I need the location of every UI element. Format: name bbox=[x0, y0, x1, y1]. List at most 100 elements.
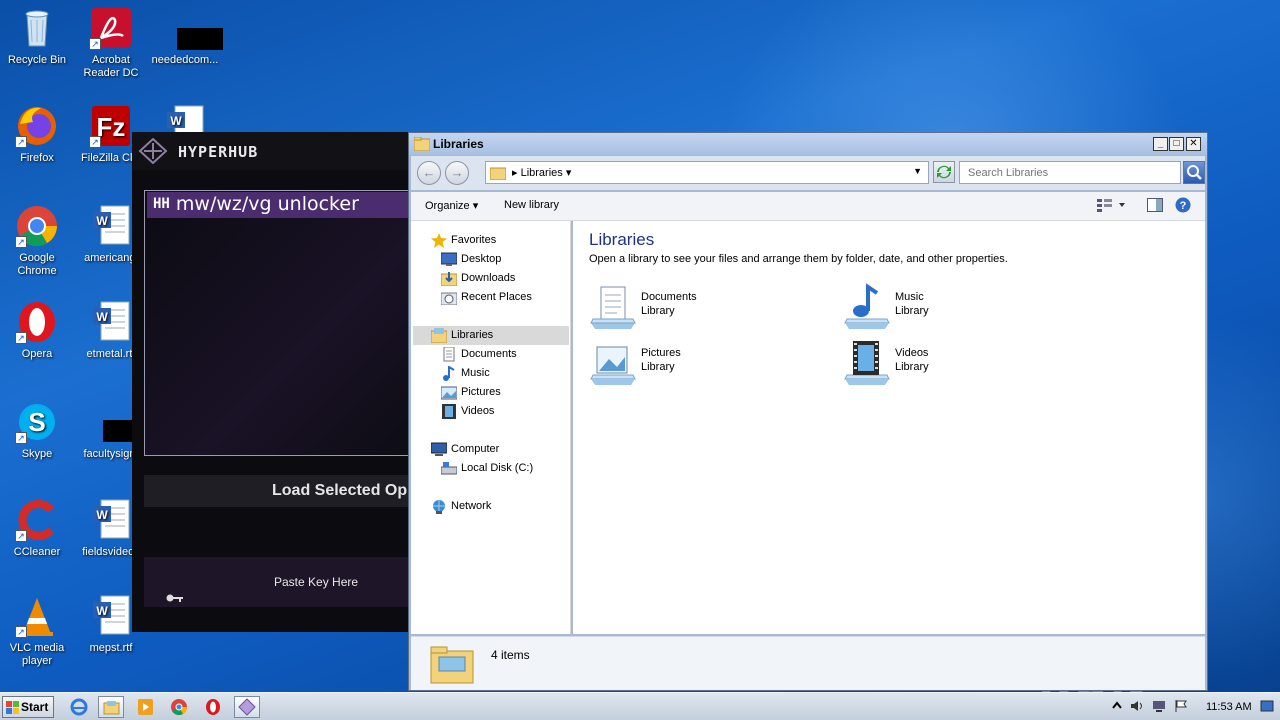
hyperhub-titlebar[interactable]: HYPERHUB bbox=[132, 132, 412, 170]
taskbar: Start 11:53 AM bbox=[0, 692, 1280, 720]
pictures-library-icon bbox=[589, 339, 637, 387]
preview-pane-icon[interactable] bbox=[1147, 198, 1163, 215]
help-icon[interactable]: ? bbox=[1175, 197, 1191, 216]
ie-taskbar-icon[interactable] bbox=[66, 696, 92, 718]
library-pictures[interactable]: Pictures Library bbox=[589, 339, 809, 389]
explorer-window[interactable]: Libraries _ □ ✕ ← → ▸ Libraries ▾ ▼ Orga… bbox=[408, 132, 1208, 691]
library-name: Documents bbox=[641, 291, 697, 303]
item-count: 4 items bbox=[491, 648, 530, 662]
media-player-taskbar-icon[interactable] bbox=[132, 696, 158, 718]
content-title: Libraries bbox=[589, 230, 655, 249]
start-label: Start bbox=[21, 700, 49, 714]
desktop-icon-chrome[interactable]: ↗ Google Chrome bbox=[0, 204, 74, 278]
desktop-icon-label: neededcom... bbox=[151, 54, 219, 66]
minimize-button[interactable]: _ bbox=[1153, 137, 1168, 151]
hyperhub-option-list[interactable]: HH mw/wz/vg unlocker bbox=[144, 190, 410, 456]
search-box[interactable] bbox=[959, 161, 1181, 184]
downloads-icon bbox=[440, 271, 458, 287]
hyperhub-logo-text: HYPERHUB bbox=[178, 143, 259, 161]
new-library-button[interactable]: New library bbox=[504, 199, 559, 211]
desktop-icon-label: Google Chrome bbox=[17, 252, 57, 277]
search-input[interactable] bbox=[960, 162, 1180, 183]
nav-label: Downloads bbox=[461, 272, 516, 284]
details-pane: 4 items bbox=[411, 636, 1205, 690]
redacted-file-icon bbox=[163, 6, 223, 50]
acrobat-icon: ↗ bbox=[89, 6, 133, 50]
desktop-icon-vlc[interactable]: ↗ VLC media player bbox=[0, 594, 74, 668]
chrome-taskbar-icon[interactable] bbox=[166, 696, 192, 718]
desktop-icon-acrobat[interactable]: ↗ Acrobat Reader DC bbox=[74, 6, 148, 80]
show-desktop-icon[interactable] bbox=[1260, 699, 1274, 713]
nav-label: Desktop bbox=[461, 253, 502, 265]
pictures-icon bbox=[440, 385, 458, 400]
nav-label: Network bbox=[451, 500, 492, 512]
chevron-down-icon[interactable]: ▼ bbox=[913, 166, 922, 176]
videos-icon bbox=[441, 404, 457, 419]
music-library-icon bbox=[843, 283, 891, 331]
navigation-pane: Favorites Desktop Downloads Recent Place… bbox=[411, 221, 571, 634]
desktop-icon-recycle-bin[interactable]: Recycle Bin bbox=[0, 6, 74, 67]
key-input-placeholder: Paste Key Here bbox=[274, 575, 359, 589]
filezilla-icon: Fz ↗ bbox=[89, 104, 133, 148]
nav-label: Computer bbox=[451, 443, 500, 455]
action-center-flag-icon[interactable] bbox=[1174, 699, 1188, 713]
desktop-icon-skype[interactable]: S ↗ Skype bbox=[0, 400, 74, 461]
library-type: Library bbox=[895, 305, 929, 317]
volume-icon[interactable] bbox=[1130, 699, 1144, 713]
start-button[interactable]: Start bbox=[2, 696, 54, 718]
desktop-icon-label: Recycle Bin bbox=[7, 54, 67, 66]
desktop-icon-label: Skype bbox=[21, 448, 53, 460]
network-icon bbox=[431, 499, 447, 514]
desktop-icon-label: CCleaner bbox=[13, 546, 61, 558]
chevron-up-icon[interactable] bbox=[1110, 699, 1124, 713]
desktop-icon-opera[interactable]: ↗ Opera bbox=[0, 300, 74, 361]
firefox-icon: ↗ bbox=[15, 104, 59, 148]
view-options-icon[interactable] bbox=[1097, 198, 1127, 215]
hyperhub-window[interactable]: HYPERHUB HH mw/wz/vg unlocker Load Selec… bbox=[132, 132, 412, 632]
address-bar[interactable]: ▸ Libraries ▾ ▼ bbox=[485, 161, 929, 184]
desktop-icon-label: Opera bbox=[21, 348, 53, 360]
key-input[interactable]: Paste Key Here bbox=[144, 557, 412, 607]
vlc-icon: ↗ bbox=[15, 594, 59, 638]
opera-taskbar-icon[interactable] bbox=[200, 696, 226, 718]
computer-icon bbox=[430, 442, 448, 457]
explorer-titlebar[interactable]: Libraries _ □ ✕ bbox=[409, 133, 1207, 155]
word-doc-icon: W bbox=[89, 204, 133, 248]
chrome-icon: ↗ bbox=[15, 204, 59, 248]
hyperhub-taskbar-icon[interactable] bbox=[234, 696, 260, 718]
hyperhub-selected-option[interactable]: HH mw/wz/vg unlocker bbox=[147, 192, 409, 218]
search-icon[interactable] bbox=[1183, 161, 1205, 184]
library-videos[interactable]: Videos Library bbox=[843, 339, 1063, 389]
skype-icon: S ↗ bbox=[15, 400, 59, 444]
windows-logo-icon bbox=[6, 700, 19, 714]
network-tray-icon[interactable] bbox=[1152, 699, 1166, 713]
desktop-icon-firefox[interactable]: ↗ Firefox bbox=[0, 104, 74, 165]
desktop-icon-label: mepst.rtf bbox=[89, 642, 133, 654]
maximize-button[interactable]: □ bbox=[1169, 137, 1184, 151]
content-subtitle: Open a library to see your files and arr… bbox=[589, 253, 1008, 265]
close-button[interactable]: ✕ bbox=[1186, 137, 1201, 151]
hyperhub-selected-label: mw/wz/vg unlocker bbox=[175, 193, 359, 215]
explorer-taskbar-icon[interactable] bbox=[98, 696, 124, 718]
clock[interactable]: 11:53 AM bbox=[1206, 701, 1252, 713]
forward-button[interactable]: → bbox=[445, 161, 469, 185]
back-button[interactable]: ← bbox=[417, 161, 441, 185]
window-title: Libraries bbox=[433, 137, 484, 151]
ccleaner-icon: ↗ bbox=[15, 498, 59, 542]
desktop-icon-neededcom[interactable]: neededcom... bbox=[148, 6, 223, 67]
nav-label: Local Disk (C:) bbox=[461, 462, 534, 474]
load-selected-button[interactable]: Load Selected Op bbox=[144, 475, 412, 507]
music-icon bbox=[441, 365, 457, 381]
breadcrumb[interactable]: ▸ Libraries ▾ bbox=[512, 166, 571, 179]
library-documents[interactable]: Documents Library bbox=[589, 283, 809, 333]
command-bar: Organize ▾ New library ? bbox=[411, 192, 1205, 221]
word-doc-icon: W bbox=[89, 300, 133, 344]
breadcrumb-libraries[interactable]: Libraries bbox=[521, 167, 563, 179]
organize-button[interactable]: Organize ▾ bbox=[425, 199, 478, 212]
desktop-icon-ccleaner[interactable]: ↗ CCleaner bbox=[0, 498, 74, 559]
library-music[interactable]: Music Library bbox=[843, 283, 1063, 333]
nav-label: Pictures bbox=[461, 386, 501, 398]
content-pane: Libraries Open a library to see your fil… bbox=[573, 221, 1205, 634]
refresh-button[interactable] bbox=[933, 161, 955, 183]
hyperhub-logo-icon bbox=[138, 137, 168, 165]
